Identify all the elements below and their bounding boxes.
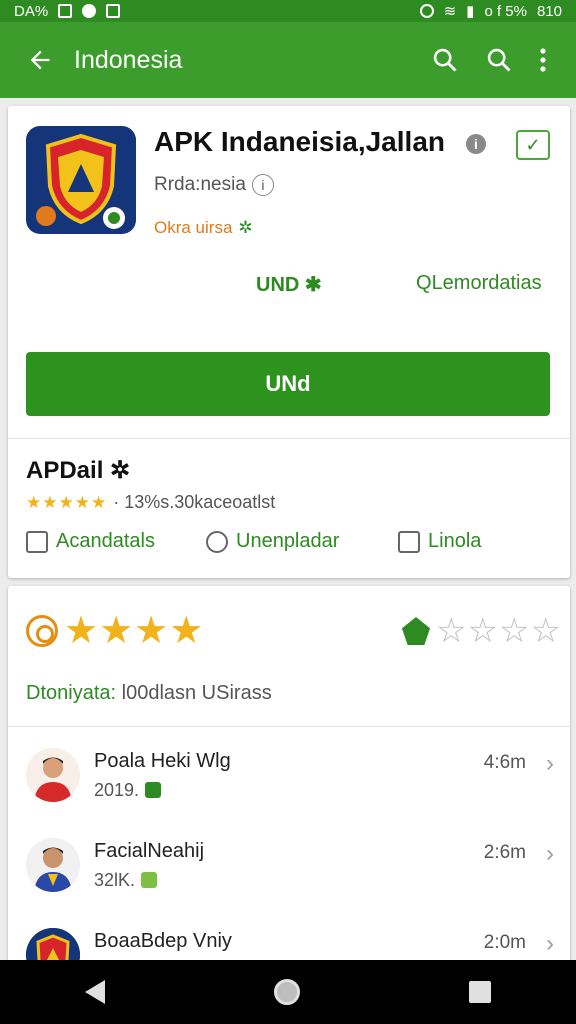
app-badge: Okra uirsa ✲: [154, 218, 253, 238]
edit-icon: [398, 530, 420, 553]
review-time: 4:6m: [483, 752, 526, 773]
share-icon: [206, 530, 228, 553]
star-badge-icon: ✲: [238, 218, 253, 237]
reviewer-name: BoaaBdep Vniy: [94, 930, 232, 952]
search-secondary-button[interactable]: [472, 36, 526, 84]
check-icon: ✓: [525, 134, 541, 155]
app-detail-card: APK Indaneisia,Jallan i ✓ Rrda:nesia i Ok…: [8, 106, 570, 578]
signal-icon: ▮: [466, 3, 475, 20]
alarm-icon: [419, 4, 434, 18]
divider: [8, 726, 570, 727]
chip-linola[interactable]: Linola: [398, 530, 481, 553]
status-bar: DA% ≋ ▮ o f 5% 810: [0, 0, 576, 22]
notification-icon: [82, 4, 97, 18]
ratings-summary: Dtoniyata: l00dlasn USirass: [26, 682, 272, 705]
nav-home-icon[interactable]: [273, 979, 300, 1005]
developer-name[interactable]: Rrda:nesia i: [154, 174, 274, 196]
image-icon: [58, 4, 73, 18]
nav-recents-icon[interactable]: [469, 981, 492, 1003]
leaf-icon: [402, 617, 430, 645]
developer-info-icon[interactable]: i: [251, 174, 274, 196]
review-time: 2:0m: [483, 932, 526, 953]
review-meta: 32lK.: [94, 870, 158, 891]
rating-title-label: APDail: [26, 457, 104, 484]
rating-line: ★★★★★ · 13%s.30kaceoatlst: [26, 492, 275, 513]
leaf-icon: ✱: [304, 274, 322, 296]
chevron-icon: ·: [113, 492, 120, 512]
summary-value: l00dlasn USirass: [121, 682, 272, 704]
reviews-card: ★★★★ ☆☆☆☆ Dtoniyata: l00dlasn USirass Po…: [8, 586, 570, 966]
system-nav-bar: [0, 960, 576, 1024]
filled-stars: ★★★★: [64, 610, 205, 652]
shield-emblem-icon: [36, 133, 125, 229]
und-link-label: UND: [256, 274, 300, 296]
recommend-link[interactable]: QLemordatias: [416, 272, 542, 295]
arrow-left-icon: [30, 50, 50, 70]
review-meta: 2019.: [94, 780, 162, 801]
chip-uploader[interactable]: Unenpladar: [206, 530, 339, 553]
chip-label: Acandatals: [56, 530, 155, 552]
chevron-right-icon: ›: [546, 930, 554, 957]
review-time: 2:6m: [483, 842, 526, 863]
empty-stars[interactable]: ☆☆☆☆: [436, 614, 562, 648]
divider: [8, 438, 570, 439]
battery-text: o f 5%: [484, 2, 527, 20]
download-icon: [106, 4, 121, 18]
badge-label: Okra uirsa: [154, 218, 233, 237]
wifi-icon: ≋: [443, 3, 457, 20]
summary-label: Dtoniyata:: [26, 682, 117, 704]
rating-summary: 13%s.30kaceoatlst: [124, 492, 276, 512]
chevron-right-icon: ›: [546, 750, 554, 777]
review-meta-text: 32lK.: [94, 870, 136, 890]
info-icon[interactable]: i: [466, 134, 486, 154]
status-left-text: DA%: [14, 2, 49, 20]
reviewer-name: FacialNeahij: [94, 840, 205, 862]
review-meta-text: 2019.: [94, 780, 140, 800]
status-time: 810: [536, 2, 562, 20]
developer-label: Rrda:nesia: [154, 174, 246, 196]
more-vert-icon: [540, 48, 546, 72]
chip-candidates[interactable]: Acandatals: [26, 530, 155, 553]
chevron-right-icon: ›: [546, 840, 554, 867]
app-title: APK Indaneisia,Jallan: [154, 126, 445, 157]
avatar: [26, 748, 80, 802]
chip-label: Unenpladar: [236, 530, 340, 552]
rating-stars: ★★★★★: [26, 493, 108, 512]
search-button[interactable]: [418, 36, 472, 84]
magnifier-icon: Q: [416, 272, 432, 294]
overflow-menu-button[interactable]: [526, 36, 560, 84]
review-item[interactable]: Poala Heki Wlg 2019. 4:6m ›: [8, 736, 570, 826]
nav-back-icon[interactable]: [84, 980, 105, 1004]
reviewer-name: Poala Heki Wlg: [94, 750, 231, 772]
sparkle-icon: ✲: [110, 457, 131, 484]
back-button[interactable]: [16, 36, 64, 84]
chip-label: Linola: [428, 530, 482, 552]
verified-icon: [145, 782, 162, 798]
install-button[interactable]: UNd: [26, 352, 550, 416]
search-icon: [433, 48, 457, 72]
app-bar: Indonesia: [0, 22, 576, 98]
review-item[interactable]: FacialNeahij 32lK. 2:6m ›: [8, 826, 570, 916]
app-icon: [26, 126, 136, 234]
medal-icon: [26, 615, 58, 647]
search-icon: [487, 48, 511, 72]
app-bar-title: Indonesia: [74, 45, 183, 74]
recommend-link-label: Lemordatias: [431, 272, 542, 294]
rating-title: APDail ✲: [26, 456, 130, 485]
rating-filled-stars[interactable]: ★★★★: [26, 612, 204, 650]
rate-this-app[interactable]: ☆☆☆☆: [402, 614, 562, 648]
verified-icon: [141, 872, 158, 888]
bookmark-icon: [26, 530, 48, 553]
review-item[interactable]: BoaaBdep Vniy 2:0m ›: [8, 916, 570, 966]
und-link[interactable]: UND ✱: [256, 272, 322, 297]
avatar: [26, 838, 80, 892]
wishlist-button[interactable]: ✓: [516, 130, 550, 160]
